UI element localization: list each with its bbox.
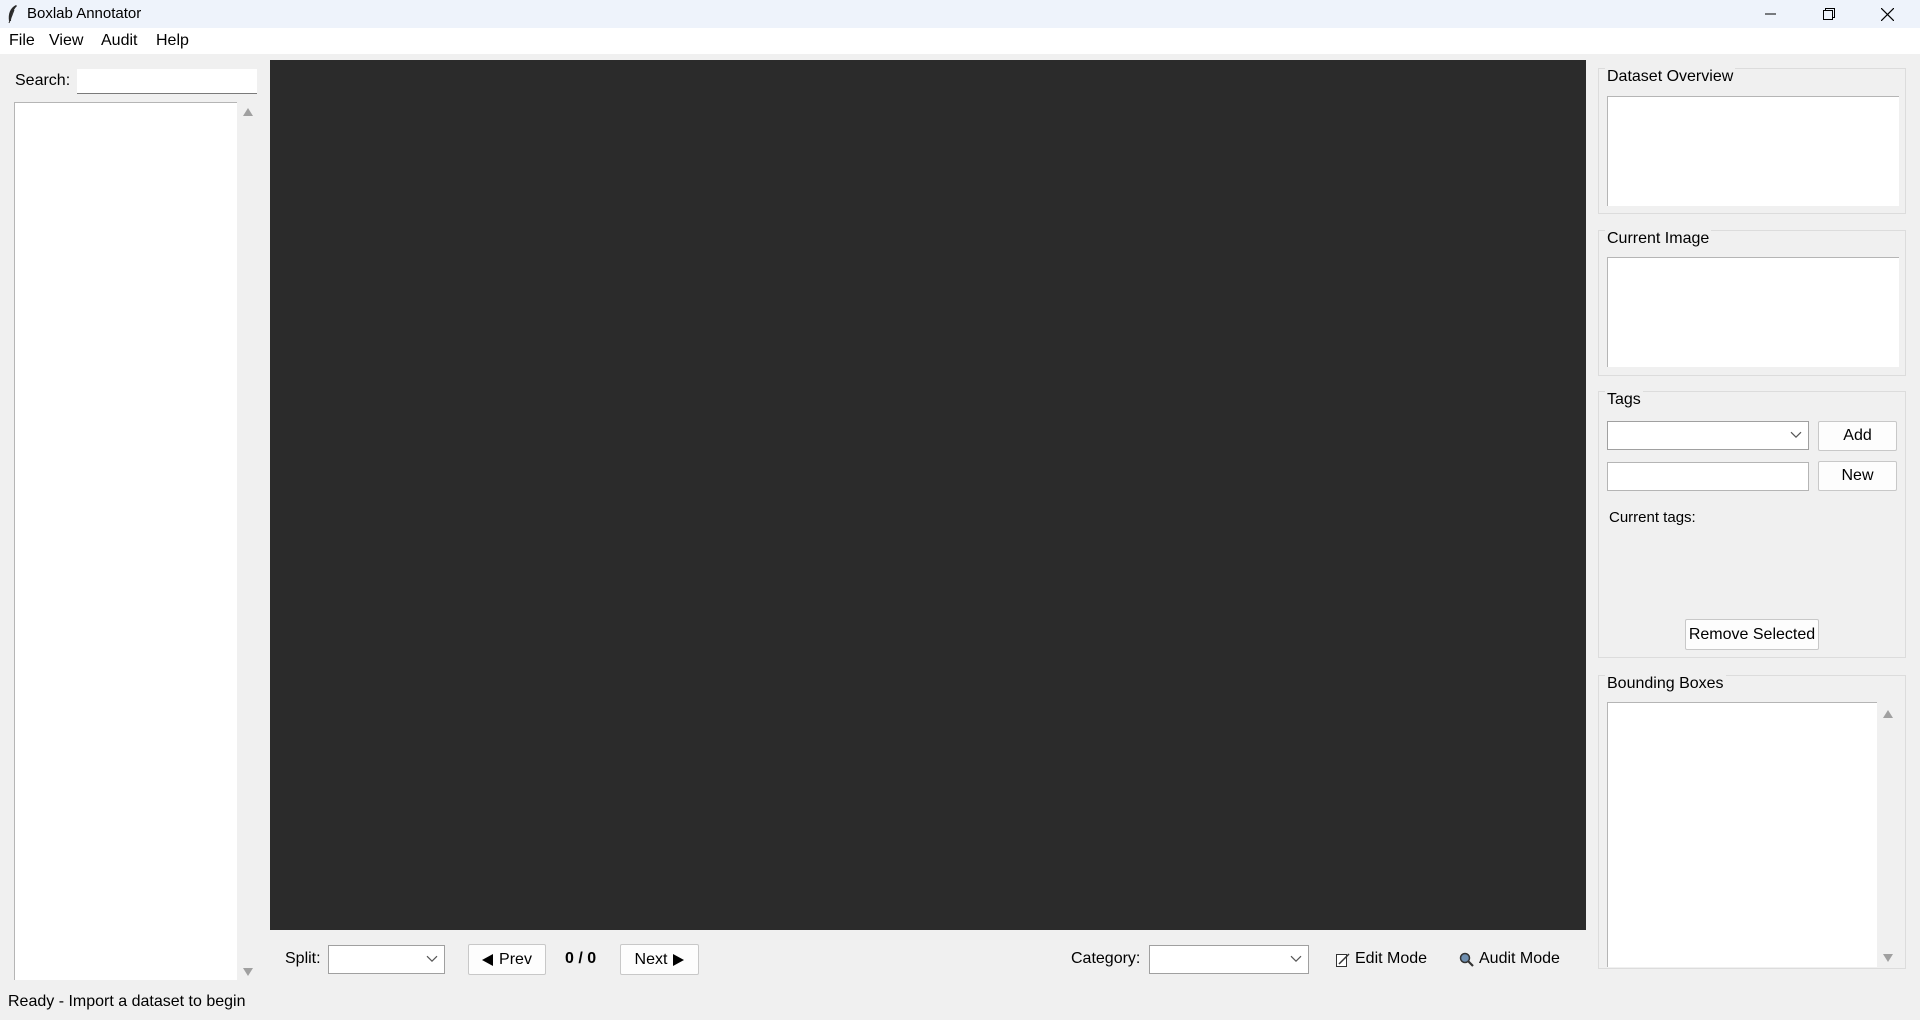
- triangle-left-icon: [482, 953, 494, 966]
- new-tag-label: New: [1841, 467, 1874, 484]
- split-combo[interactable]: [328, 945, 445, 974]
- menu-file[interactable]: File: [9, 32, 35, 50]
- edit-mode-toggle[interactable]: Edit Mode: [1336, 950, 1427, 968]
- tag-select-combo[interactable]: [1607, 421, 1809, 450]
- minimize-icon: [1765, 13, 1776, 15]
- status-text: Ready - Import a dataset to begin: [8, 993, 246, 1010]
- current-image-title: Current Image: [1605, 230, 1712, 248]
- edit-icon: [1336, 952, 1350, 967]
- current-image-text[interactable]: [1607, 257, 1899, 367]
- remove-selected-button[interactable]: Remove Selected: [1685, 619, 1819, 650]
- close-button[interactable]: [1858, 0, 1916, 28]
- restore-button[interactable]: [1800, 0, 1858, 28]
- split-label: Split:: [285, 950, 321, 967]
- audit-mode-toggle[interactable]: Audit Mode: [1459, 950, 1560, 968]
- bounding-boxes-list[interactable]: [1607, 702, 1877, 967]
- restore-icon: [1823, 8, 1835, 20]
- magnifier-icon: [1459, 952, 1474, 967]
- chevron-down-icon: [1790, 431, 1802, 438]
- dataset-overview-title: Dataset Overview: [1605, 68, 1736, 86]
- minimize-button[interactable]: [1742, 0, 1800, 28]
- image-list-scroll-up-icon[interactable]: [243, 108, 253, 116]
- dataset-overview-text[interactable]: [1607, 96, 1899, 206]
- image-list-scroll-down-icon[interactable]: [243, 968, 253, 976]
- current-tags-label: Current tags:: [1609, 509, 1696, 526]
- add-tag-label: Add: [1843, 427, 1872, 444]
- new-tag-input[interactable]: [1607, 462, 1809, 491]
- chevron-down-icon: [1290, 955, 1302, 962]
- search-label: Search:: [15, 72, 71, 89]
- new-tag-button[interactable]: New: [1818, 461, 1897, 491]
- tags-title: Tags: [1605, 391, 1643, 409]
- prev-label: Prev: [499, 950, 532, 968]
- image-counter: 0 / 0: [565, 950, 597, 967]
- bbox-list-scroll-down-icon[interactable]: [1883, 954, 1893, 962]
- image-canvas[interactable]: [270, 60, 1586, 930]
- search-input[interactable]: [77, 69, 257, 94]
- image-list[interactable]: [14, 102, 237, 980]
- edit-mode-label: Edit Mode: [1355, 950, 1428, 967]
- window-title: Boxlab Annotator: [27, 5, 142, 22]
- menu-bar: File View Audit Help: [0, 28, 1920, 54]
- bbox-list-scroll-up-icon[interactable]: [1883, 710, 1893, 718]
- title-bar: Boxlab Annotator: [0, 0, 1920, 28]
- next-label: Next: [634, 950, 668, 968]
- audit-mode-label: Audit Mode: [1479, 950, 1560, 967]
- add-tag-button[interactable]: Add: [1818, 421, 1897, 451]
- category-combo[interactable]: [1149, 945, 1309, 974]
- menu-help[interactable]: Help: [156, 32, 189, 50]
- category-label: Category:: [1071, 950, 1141, 967]
- next-button[interactable]: Next: [620, 944, 699, 975]
- close-icon: [1880, 7, 1894, 21]
- prev-button[interactable]: Prev: [468, 944, 546, 975]
- bounding-boxes-title: Bounding Boxes: [1605, 675, 1726, 693]
- feather-icon: [8, 5, 17, 24]
- triangle-right-icon: [673, 953, 685, 966]
- chevron-down-icon: [426, 955, 438, 962]
- menu-view[interactable]: View: [49, 32, 83, 50]
- remove-selected-label: Remove Selected: [1688, 625, 1816, 643]
- menu-audit[interactable]: Audit: [101, 32, 137, 50]
